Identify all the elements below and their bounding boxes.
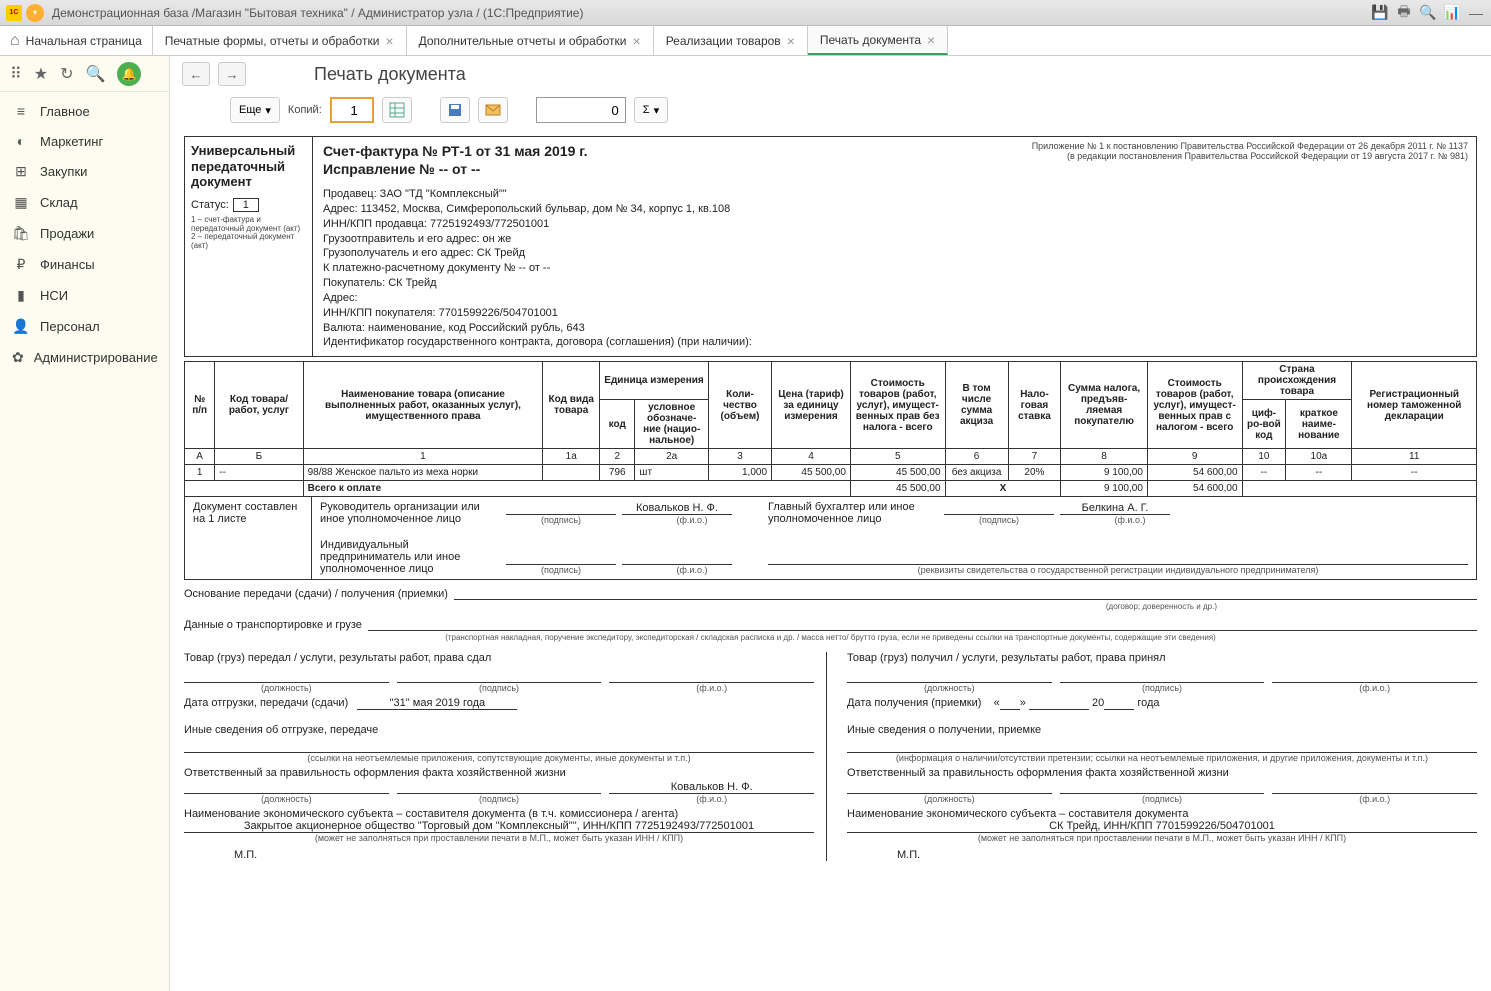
sidebar-item-0[interactable]: ≡ Главное <box>0 96 169 126</box>
sidebar-item-1[interactable]: ◐ Маркетинг <box>0 126 169 156</box>
table-total-row: Всего к оплате 45 500,00X 9 100,0054 600… <box>185 481 1477 497</box>
tab-print-document[interactable]: Печать документа× <box>808 26 948 55</box>
save-button[interactable] <box>440 97 470 123</box>
sidebar-item-2[interactable]: ⊞ Закупки <box>0 156 169 187</box>
sigma-button[interactable]: Σ ▾ <box>634 97 668 123</box>
sidebar-item-7[interactable]: 👤 Персонал <box>0 311 169 342</box>
chevron-down-icon: ▾ <box>265 104 271 117</box>
print-icon[interactable]: 🖶 <box>1395 4 1413 22</box>
history-icon[interactable]: ↻ <box>60 64 73 84</box>
tabs-bar: ⌂ Начальная страница Печатные формы, отч… <box>0 26 1491 56</box>
sidebar-icon: ✿ <box>12 349 24 366</box>
sidebar-icon: ₽ <box>12 256 30 273</box>
sidebar-item-label: НСИ <box>40 288 68 303</box>
sidebar-item-3[interactable]: ▦ Склад <box>0 187 169 218</box>
close-icon[interactable]: × <box>787 33 795 49</box>
sidebar-icon: ≡ <box>12 103 30 119</box>
link-icon[interactable]: 🔍 <box>1419 4 1437 22</box>
sidebar-item-label: Склад <box>40 195 78 210</box>
tab-home-label: Начальная страница <box>26 34 142 48</box>
titlebar: 1C ▾ Демонстрационная база /Магазин "Быт… <box>0 0 1491 26</box>
sidebar-item-5[interactable]: ₽ Финансы <box>0 249 169 280</box>
star-icon[interactable]: ★ <box>34 64 48 84</box>
sidebar-item-4[interactable]: 🛍 Продажи <box>0 218 169 249</box>
window-title: Демонстрационная база /Магазин "Бытовая … <box>52 6 1371 20</box>
tab-sales[interactable]: Реализации товаров× <box>654 26 808 55</box>
page-title: Печать документа <box>314 64 466 85</box>
sidebar-icon: 🛍 <box>12 225 30 242</box>
tab-home[interactable]: ⌂ Начальная страница <box>0 26 153 55</box>
sidebar-icon: ▦ <box>12 194 30 211</box>
number-input[interactable] <box>536 97 626 123</box>
search-icon[interactable]: 🔍 <box>85 64 105 84</box>
notifications-icon[interactable]: 🔔 <box>117 62 141 86</box>
sidebar-icon: ◐ <box>12 133 30 149</box>
home-icon: ⌂ <box>10 32 20 50</box>
close-icon[interactable]: × <box>385 33 393 49</box>
tab-additional-reports[interactable]: Дополнительные отчеты и обработки× <box>407 26 654 55</box>
tab-print-forms[interactable]: Печатные формы, отчеты и обработки× <box>153 26 407 55</box>
sidebar-item-label: Финансы <box>40 257 95 272</box>
sidebar-item-label: Закупки <box>40 164 87 179</box>
sidebar-item-8[interactable]: ✿ Администрирование <box>0 342 169 373</box>
invoice-header-block: Приложение № 1 к постановлению Правитель… <box>312 136 1477 357</box>
close-icon[interactable]: × <box>927 32 935 48</box>
table-row: 1--98/88 Женское пальто из меха норки 79… <box>185 465 1477 481</box>
sidebar-item-label: Главное <box>40 104 90 119</box>
sidebar-icon: ▮ <box>12 287 30 304</box>
sidebar-item-label: Продажи <box>40 226 94 241</box>
minimize-icon[interactable]: — <box>1467 4 1485 22</box>
sidebar-icon: ⊞ <box>12 163 30 180</box>
app-logo-icon: 1C <box>6 5 22 21</box>
app-menu-dropdown[interactable]: ▾ <box>26 4 44 22</box>
mail-button[interactable] <box>478 97 508 123</box>
close-icon[interactable]: × <box>633 33 641 49</box>
upd-status-block: Универсальный передаточный документ Стат… <box>184 136 312 357</box>
chevron-down-icon: ▾ <box>654 104 660 117</box>
calc-icon[interactable]: 📊 <box>1443 4 1461 22</box>
sidebar-icon: 👤 <box>12 318 30 335</box>
table-icon-button[interactable] <box>382 97 412 123</box>
save-icon[interactable]: 💾 <box>1371 4 1389 22</box>
sidebar-item-6[interactable]: ▮ НСИ <box>0 280 169 311</box>
sidebar-item-label: Маркетинг <box>40 134 103 149</box>
sidebar-item-label: Администрирование <box>34 350 158 365</box>
back-button[interactable]: ← <box>182 62 210 86</box>
more-button[interactable]: Еще ▾ <box>230 97 280 123</box>
copies-label: Копий: <box>288 104 322 116</box>
copies-input[interactable] <box>330 97 374 123</box>
invoice-table: № п/п Код товара/ работ, услуг Наименова… <box>184 361 1477 497</box>
sidebar: ⠿ ★ ↻ 🔍 🔔 ≡ Главное ◐ Маркетинг ⊞ Закупки ▦ Скл… <box>0 56 170 991</box>
apps-icon[interactable]: ⠿ <box>10 64 22 84</box>
sidebar-item-label: Персонал <box>40 319 100 334</box>
forward-button[interactable]: → <box>218 62 246 86</box>
